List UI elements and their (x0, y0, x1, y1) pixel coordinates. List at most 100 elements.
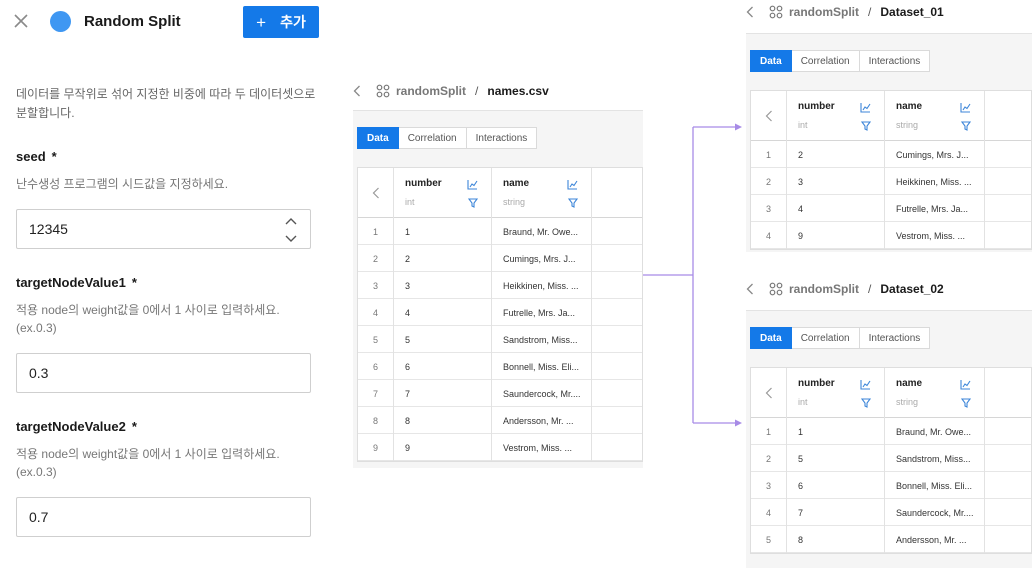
table-row[interactable]: 7 7 Saundercock, Mr.... (358, 380, 642, 407)
table-row[interactable]: 1 2 Cumings, Mrs. J... (751, 141, 1031, 168)
table-row[interactable]: 6 6 Bonnell, Miss. Eli... (358, 353, 642, 380)
dataset-grid-icon (376, 84, 390, 98)
cell-number: 9 (394, 434, 492, 461)
column-type: int (405, 197, 415, 207)
chart-icon[interactable] (860, 377, 871, 395)
table-row[interactable]: 9 9 Vestrom, Miss. ... (358, 434, 642, 461)
chart-icon[interactable] (860, 100, 871, 118)
column-type: string (896, 120, 919, 130)
cell-name: Saundercock, Mr.... (492, 380, 592, 407)
column-name: number (798, 378, 835, 389)
cell-name: Sandstrom, Miss... (885, 445, 985, 472)
table-row[interactable]: 1 1 Braund, Mr. Owe... (751, 418, 1031, 445)
row-index: 2 (358, 245, 394, 272)
table-row[interactable]: 2 5 Sandstrom, Miss... (751, 445, 1031, 472)
cell-number: 4 (787, 195, 885, 222)
column-type: string (503, 197, 526, 207)
output-dataset-02-node[interactable]: randomSplit / Dataset_02 Data Correlation Int… (746, 277, 1032, 568)
row-index: 1 (751, 141, 787, 168)
filter-icon[interactable] (860, 118, 872, 136)
row-index: 4 (358, 299, 394, 326)
column-header-number[interactable]: number int (787, 368, 885, 418)
column-header-number[interactable]: number int (394, 168, 492, 218)
cell-number: 8 (394, 407, 492, 434)
tab-data[interactable]: Data (750, 50, 792, 72)
table-header: number int name string (751, 368, 1031, 418)
tab-data[interactable]: Data (750, 327, 792, 349)
row-index: 2 (751, 168, 787, 195)
tab-interactions[interactable]: Interactions (859, 50, 931, 72)
table-row[interactable]: 5 8 Andersson, Mr. ... (751, 526, 1031, 553)
cell-number: 4 (394, 299, 492, 326)
table-row[interactable]: 4 9 Vestrom, Miss. ... (751, 222, 1031, 249)
chart-icon[interactable] (467, 177, 478, 195)
filter-icon[interactable] (860, 395, 872, 413)
filter-icon[interactable] (467, 195, 479, 213)
node-breadcrumb: randomSplit / names.csv (353, 79, 549, 103)
breadcrumb-current: names.csv (487, 84, 549, 98)
row-index: 1 (751, 418, 787, 445)
tab-interactions[interactable]: Interactions (466, 127, 538, 149)
chart-icon[interactable] (960, 100, 971, 118)
breadcrumb-separator: / (475, 84, 479, 98)
table-row[interactable]: 3 3 Heikkinen, Miss. ... (358, 272, 642, 299)
row-index: 4 (751, 222, 787, 249)
table-row[interactable]: 4 4 Futrelle, Mrs. Ja... (358, 299, 642, 326)
column-header-name[interactable]: name string (885, 91, 985, 141)
cell-number: 6 (394, 353, 492, 380)
row-index: 2 (751, 445, 787, 472)
filter-icon[interactable] (960, 118, 972, 136)
chart-icon[interactable] (960, 377, 971, 395)
cell-name: Sandstrom, Miss... (492, 326, 592, 353)
column-header-name[interactable]: name string (885, 368, 985, 418)
column-header-number[interactable]: number int (787, 91, 885, 141)
chevron-left-icon[interactable] (358, 168, 394, 218)
cell-name: Andersson, Mr. ... (885, 526, 985, 553)
breadcrumb-parent[interactable]: randomSplit (789, 282, 859, 296)
row-index: 9 (358, 434, 394, 461)
chevron-left-icon[interactable] (746, 6, 756, 18)
filter-icon[interactable] (960, 395, 972, 413)
cell-name: Heikkinen, Miss. ... (885, 168, 985, 195)
table-row[interactable]: 8 8 Andersson, Mr. ... (358, 407, 642, 434)
column-name: name (896, 378, 923, 389)
column-type: string (896, 397, 919, 407)
cell-number: 1 (787, 418, 885, 445)
cell-name: Cumings, Mrs. J... (885, 141, 985, 168)
row-index: 1 (358, 218, 394, 245)
output-dataset-01-node[interactable]: randomSplit / Dataset_01 Data Correlation Int… (746, 0, 1032, 252)
breadcrumb-parent[interactable]: randomSplit (396, 84, 466, 98)
row-index: 8 (358, 407, 394, 434)
chevron-left-icon[interactable] (751, 368, 787, 418)
tab-correlation[interactable]: Correlation (791, 327, 860, 349)
tab-correlation[interactable]: Correlation (791, 50, 860, 72)
table-row[interactable]: 3 6 Bonnell, Miss. Eli... (751, 472, 1031, 499)
breadcrumb-parent[interactable]: randomSplit (789, 5, 859, 19)
node-card: Data Correlation Interactions number int name… (353, 110, 643, 468)
column-name: number (798, 101, 835, 112)
cell-number: 5 (394, 326, 492, 353)
tab-interactions[interactable]: Interactions (859, 327, 931, 349)
cell-number: 7 (394, 380, 492, 407)
node-tabs: Data Correlation Interactions (750, 50, 931, 72)
table-row[interactable]: 2 3 Heikkinen, Miss. ... (751, 168, 1031, 195)
chart-icon[interactable] (567, 177, 578, 195)
chevron-left-icon[interactable] (746, 283, 756, 295)
filter-icon[interactable] (567, 195, 579, 213)
cell-number: 1 (394, 218, 492, 245)
cell-number: 2 (394, 245, 492, 272)
column-header-name[interactable]: name string (492, 168, 592, 218)
tab-data[interactable]: Data (357, 127, 399, 149)
table-row[interactable]: 5 5 Sandstrom, Miss... (358, 326, 642, 353)
chevron-left-icon[interactable] (751, 91, 787, 141)
chevron-left-icon[interactable] (353, 85, 363, 97)
table-row[interactable]: 3 4 Futrelle, Mrs. Ja... (751, 195, 1031, 222)
cell-name: Vestrom, Miss. ... (492, 434, 592, 461)
table-row[interactable]: 1 1 Braund, Mr. Owe... (358, 218, 642, 245)
cell-number: 2 (787, 141, 885, 168)
table-row[interactable]: 4 7 Saundercock, Mr.... (751, 499, 1031, 526)
tab-correlation[interactable]: Correlation (398, 127, 467, 149)
breadcrumb-current: Dataset_02 (880, 282, 944, 296)
source-dataset-node[interactable]: randomSplit / names.csv Data Correlation Inte… (353, 79, 643, 468)
table-row[interactable]: 2 2 Cumings, Mrs. J... (358, 245, 642, 272)
